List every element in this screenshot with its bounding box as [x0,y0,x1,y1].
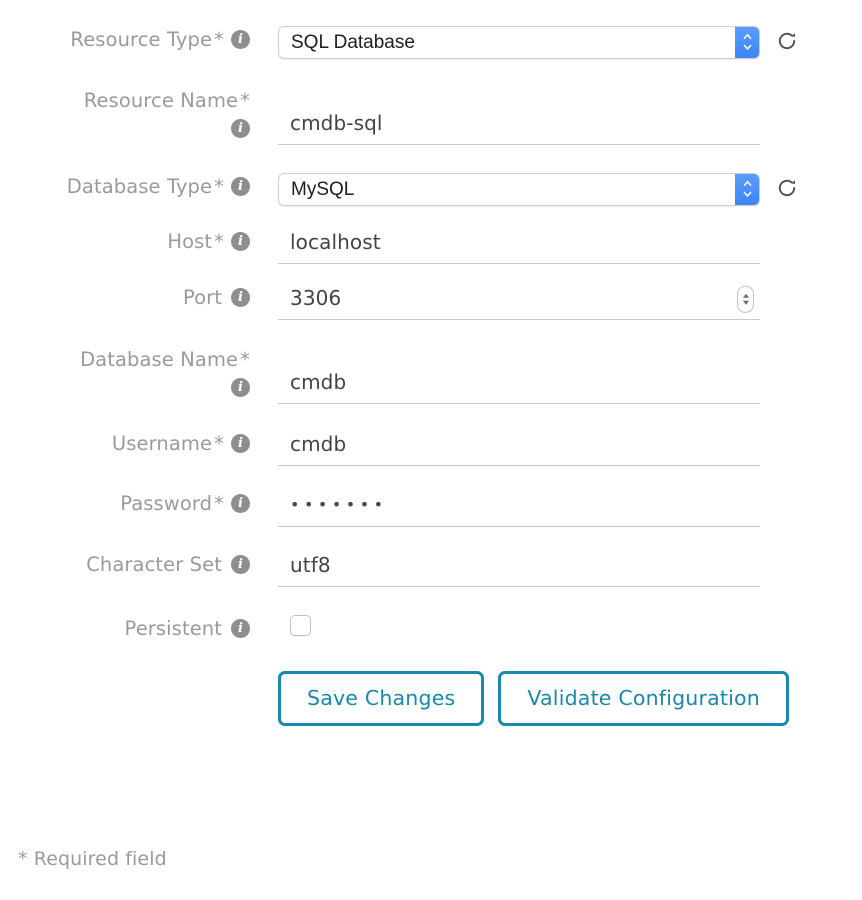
label-resource-type: Resource Type * [0,26,250,54]
info-icon[interactable] [231,619,250,638]
required-marker-resource-type: * [214,28,224,51]
label-port: Port [0,284,250,312]
chevron-updown-icon[interactable] [735,27,759,58]
resource-configuration-form: Resource Type* SQL Database [0,0,862,870]
control-database-type: MySQL [250,173,862,206]
info-icon[interactable] [231,555,250,574]
info-icon[interactable] [231,288,250,307]
character-set-input[interactable] [278,551,760,587]
required-marker-persistent [222,617,224,640]
label-resource-name-text: Resource Name [83,89,239,112]
database-name-input[interactable] [278,368,760,404]
required-marker-username: * [214,432,224,455]
info-icon[interactable] [231,118,250,138]
control-port [250,284,862,320]
control-password: ••••••• [250,490,862,527]
refresh-resource-type-button[interactable] [774,30,800,56]
required-marker-password: * [214,492,224,515]
host-input[interactable] [278,228,760,264]
refresh-database-type-button[interactable] [774,177,800,203]
label-username-text: Username [111,432,213,455]
required-marker-database-type: * [214,175,224,198]
label-database-type: Database Type * [0,173,250,201]
label-resource-type-text: Resource Type [70,28,213,51]
label-port-text: Port [182,286,222,309]
info-icon[interactable] [231,434,250,453]
label-password-text: Password [120,492,213,515]
form-row-database-type: Database Type* MySQL [0,173,862,206]
form-row-persistent: Persistent [0,615,862,643]
control-host [250,228,862,264]
info-icon[interactable] [231,377,250,397]
label-persistent-text: Persistent [124,617,222,640]
form-row-host: Host * [0,228,862,264]
form-row-password: Password* ••••••• [0,490,862,527]
stepper-down-arrow[interactable] [742,300,749,305]
refresh-icon [776,30,798,55]
required-marker-character-set [222,553,224,576]
control-actions: Save Changes Validate Configuration [250,665,862,727]
label-database-name: Database Name * [0,346,250,401]
control-character-set [250,551,862,587]
control-persistent [250,615,862,636]
resource-type-select[interactable]: SQL Database [278,26,760,59]
validate-configuration-button[interactable]: Validate Configuration [498,670,789,727]
form-row-resource-type: Resource Type* SQL Database [0,26,862,59]
label-character-set: Character Set [0,551,250,579]
required-marker-resource-name: * [240,89,250,112]
resource-name-input[interactable] [278,109,760,145]
database-type-select[interactable]: MySQL [278,173,760,206]
save-changes-button[interactable]: Save Changes [278,670,485,727]
label-character-set-text: Character Set [86,553,222,576]
label-host-text: Host [167,230,213,253]
required-marker-host: * [214,230,224,253]
required-marker-port [222,286,224,309]
resource-type-selected-value: SQL Database [291,31,415,53]
info-icon[interactable] [231,177,250,196]
username-input[interactable] [278,430,760,466]
form-row-resource-name: Resource Name * [0,87,862,145]
chevron-updown-icon[interactable] [735,174,759,205]
label-password: Password * [0,490,250,518]
control-resource-name [250,87,862,145]
port-input-wrapper [278,284,760,320]
label-persistent: Persistent [0,615,250,643]
label-database-name-text: Database Name [80,348,239,371]
form-row-database-name: Database Name * [0,346,862,404]
control-username [250,430,862,466]
control-resource-type: SQL Database [250,26,862,59]
info-icon[interactable] [231,30,250,49]
required-marker-database-name: * [240,348,250,371]
refresh-icon [776,177,798,202]
label-host: Host * [0,228,250,256]
form-row-username: Username * [0,430,862,466]
form-row-character-set: Character Set [0,551,862,587]
form-row-actions: Save Changes Validate Configuration [0,665,862,727]
required-field-note: * Required field [18,848,167,870]
label-username: Username * [0,430,250,458]
control-database-name [250,346,862,404]
password-input[interactable]: ••••••• [278,490,760,527]
info-icon[interactable] [231,232,250,251]
info-icon[interactable] [231,494,250,513]
database-type-selected-value: MySQL [291,178,355,200]
stepper-up-arrow[interactable] [742,293,749,298]
persistent-checkbox[interactable] [290,615,311,636]
form-row-port: Port [0,284,862,320]
label-resource-name: Resource Name * [0,87,250,142]
label-database-type-text: Database Type [66,175,213,198]
stepper-updown-icon[interactable] [737,285,754,313]
port-input[interactable] [278,284,760,320]
